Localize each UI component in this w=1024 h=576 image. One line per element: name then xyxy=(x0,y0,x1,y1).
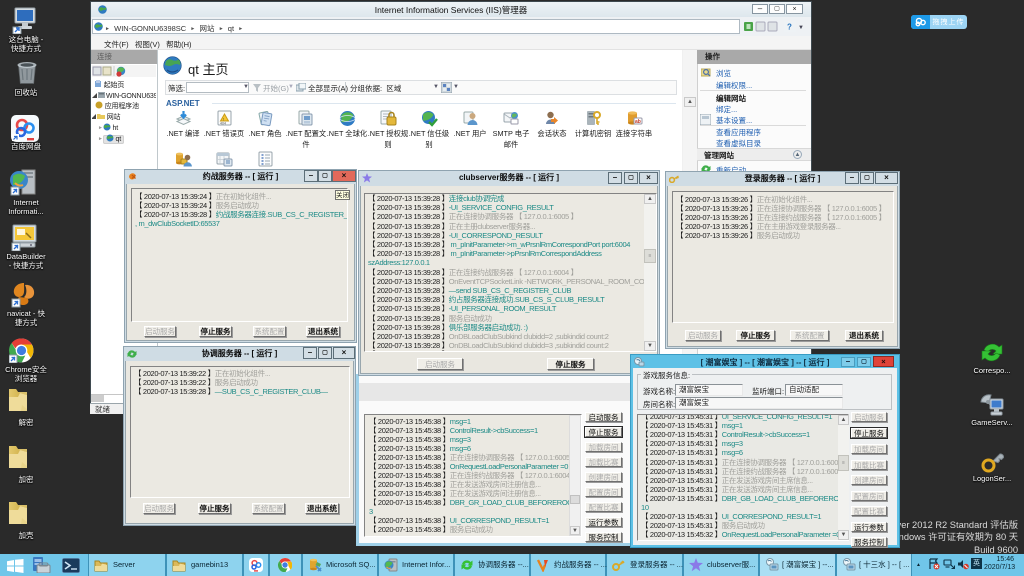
svg-text:404: 404 xyxy=(220,122,226,126)
svg-text:▼: ▼ xyxy=(798,25,804,31)
svg-text:ab: ab xyxy=(635,119,641,125)
svg-text:?: ? xyxy=(787,23,792,32)
